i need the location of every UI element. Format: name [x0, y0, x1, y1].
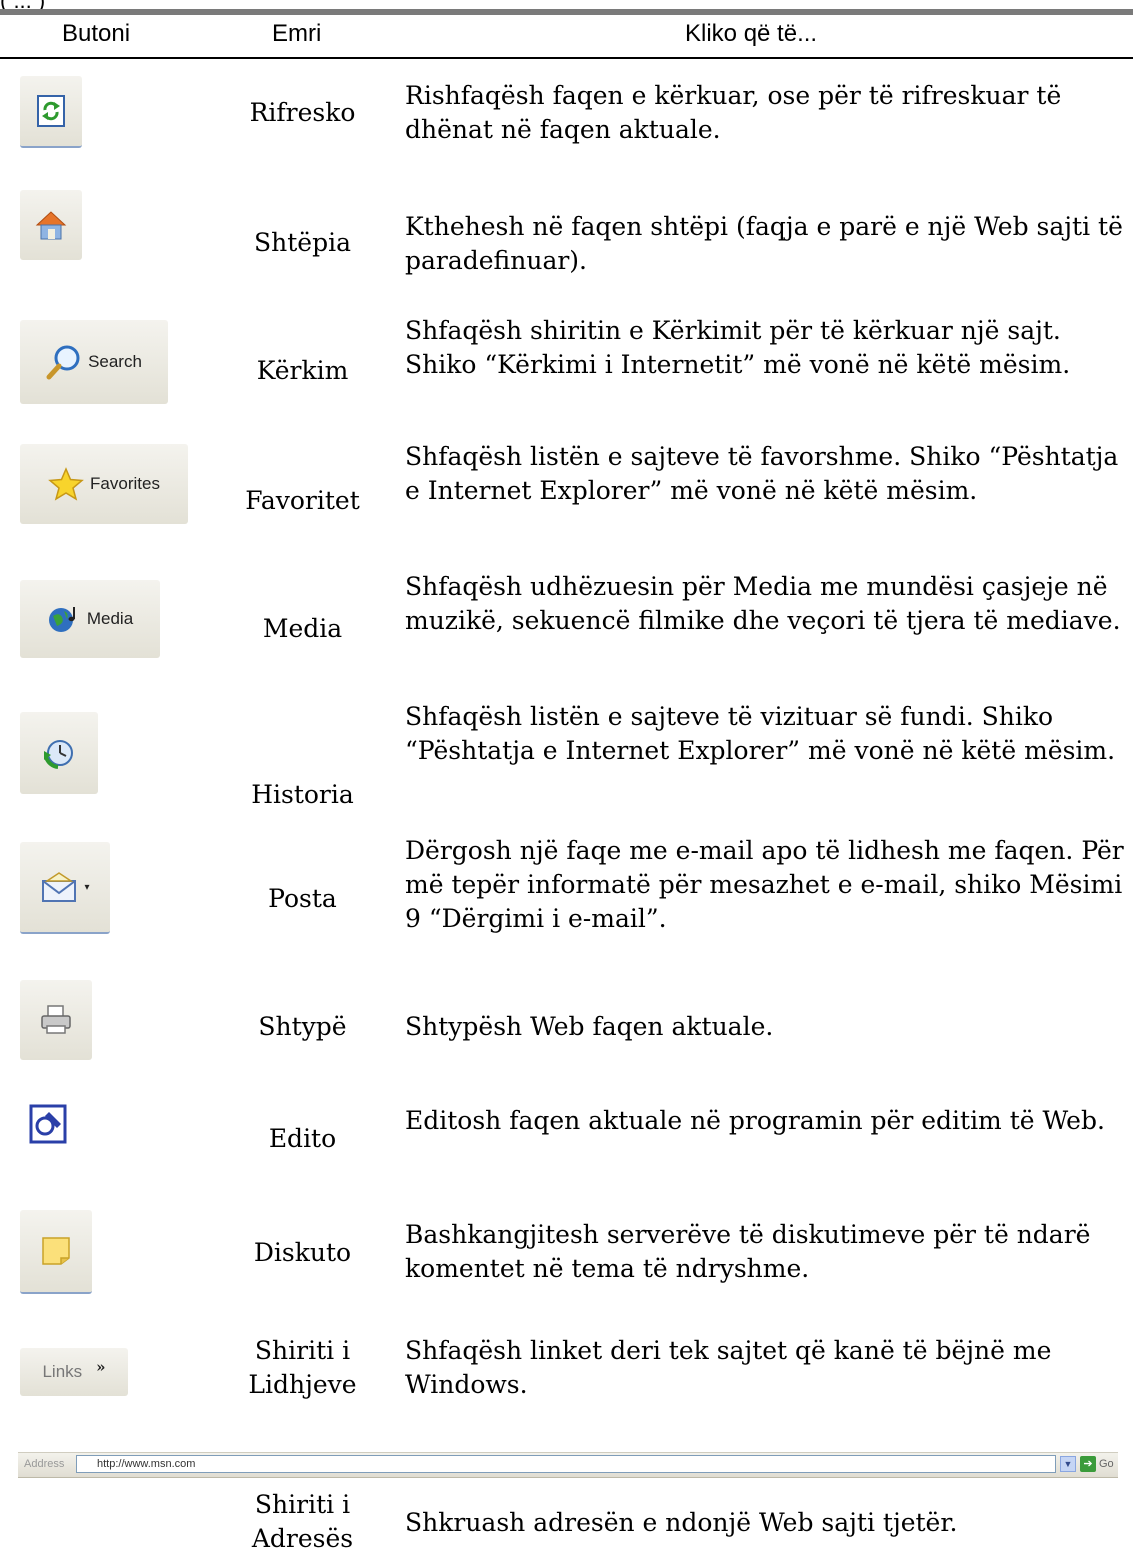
- print-button[interactable]: [20, 980, 92, 1060]
- row-name: Edito: [268, 1124, 337, 1153]
- row-name: Shiriti i Lidhjeve: [248, 1336, 357, 1399]
- refresh-button[interactable]: [20, 76, 82, 148]
- row-name: Posta: [268, 884, 337, 913]
- globe-music-icon: [48, 607, 75, 632]
- table-row: Shtypë Shtypësh Web faqen aktuale.: [0, 980, 1133, 1070]
- row-name: Favoritet: [245, 486, 360, 515]
- table-row: Shtëpia Kthehesh në faqen shtëpi (faqja …: [0, 190, 1133, 275]
- star-icon: [48, 467, 84, 501]
- row-description: Dërgosh një faqe me e-mail apo të lidhes…: [405, 836, 1124, 933]
- go-arrow-icon: ➔: [1080, 1456, 1096, 1472]
- table-row: Search Kërkim Shfaqësh shiritin e Kërkim…: [0, 306, 1133, 416]
- favorites-button[interactable]: Favorites: [20, 440, 188, 524]
- row-name: Shtypë: [258, 1012, 347, 1041]
- edit-pen-icon: [29, 1104, 67, 1144]
- note-icon: [42, 1237, 70, 1265]
- table-row: Rifresko Rishfaqësh faqen e kërkuar, ose…: [0, 76, 1133, 156]
- printer-icon: [41, 1005, 71, 1034]
- mail-button[interactable]: ▾: [20, 834, 110, 934]
- table-row: ▾ Posta Dërgosh një faqe me e-mail apo t…: [0, 834, 1133, 944]
- row-description: Rishfaqësh faqen e kërkuar, ose për të r…: [405, 81, 1062, 144]
- dropdown-arrow-icon: ▾: [84, 881, 90, 893]
- media-button[interactable]: Media: [20, 570, 160, 658]
- row-name: Media: [262, 614, 343, 643]
- address-input[interactable]: http://www.msn.com: [76, 1455, 1056, 1473]
- row-description: Shfaqësh linket deri tek sajtet që kanë …: [405, 1336, 1052, 1399]
- table-row: Favorites Favoritet Shfaqësh listën e sa…: [0, 440, 1133, 550]
- search-icon: [46, 345, 80, 380]
- table-row: Links » Shiriti i Lidhjeve Shfaqësh link…: [0, 1334, 1133, 1414]
- row-description: Shfaqësh listën e sajteve të favorshme. …: [405, 442, 1119, 505]
- table-row: Edito Editosh faqen aktuale në programin…: [0, 1096, 1133, 1186]
- row-description: Shtypësh Web faqen aktuale.: [405, 1012, 774, 1041]
- row-description: Shfaqësh shiritin e Kërkimit për të kërk…: [405, 316, 1071, 379]
- go-label: Go: [1099, 1458, 1114, 1470]
- edit-button[interactable]: [20, 1096, 72, 1152]
- row-name: Diskuto: [253, 1238, 352, 1267]
- table-row: Historia Shfaqësh listën e sajteve të vi…: [0, 700, 1133, 810]
- table-row: Shiriti i Adresës Shkruash adresën e ndo…: [0, 1488, 1133, 1560]
- refresh-icon: [37, 95, 65, 127]
- chevron-double-right-icon: »: [96, 1358, 106, 1376]
- row-description: Shfaqësh udhëzuesin për Media me mundësi…: [405, 572, 1121, 635]
- row-description: Shkruash adresën e ndonjë Web sajti tjet…: [405, 1508, 958, 1537]
- links-button-label: Links: [42, 1362, 83, 1381]
- go-button[interactable]: ➔ Go: [1080, 1456, 1114, 1472]
- table-row: Diskuto Bashkangjitesh serverëve të disk…: [0, 1210, 1133, 1306]
- row-name: Historia: [251, 780, 354, 809]
- search-button-label: Search: [88, 352, 142, 371]
- row-name: Rifresko: [249, 98, 356, 127]
- row-name: Shiriti i Adresës: [251, 1490, 354, 1553]
- favorites-button-label: Favorites: [90, 474, 160, 493]
- search-button[interactable]: Search: [20, 306, 168, 404]
- home-button[interactable]: [20, 190, 82, 260]
- header-underline: [0, 57, 1133, 59]
- header-col-button: Butoni: [62, 20, 131, 47]
- history-button[interactable]: [20, 700, 98, 794]
- row-description: Kthehesh në faqen shtëpi (faqja e parë e…: [405, 212, 1123, 275]
- discuss-button[interactable]: [20, 1210, 92, 1294]
- address-bar: Address http://www.msn.com ▼ ➔ Go: [18, 1452, 1118, 1478]
- row-name: Shtëpia: [254, 228, 351, 257]
- header-col-name: Emri: [272, 20, 322, 47]
- caption-fragment: ( ... ): [0, 0, 46, 13]
- media-button-label: Media: [86, 609, 134, 628]
- row-description: Editosh faqen aktuale në programin për e…: [405, 1106, 1105, 1135]
- chevron-down-icon[interactable]: ▼: [1060, 1456, 1076, 1472]
- address-label: Address: [24, 1458, 65, 1470]
- header-rule: [0, 9, 1133, 15]
- home-icon: [35, 211, 67, 240]
- history-clock-icon: [44, 740, 73, 769]
- mail-envelope-icon: [42, 872, 77, 902]
- row-name: Kërkim: [256, 356, 349, 385]
- links-button[interactable]: Links »: [20, 1334, 128, 1396]
- row-description: Shfaqësh listën e sajteve të vizituar së…: [405, 702, 1116, 765]
- table-row: Media Media Shfaqësh udhëzuesin për Medi…: [0, 570, 1133, 680]
- row-description: Bashkangjitesh serverëve të diskutimeve …: [405, 1220, 1091, 1283]
- header-col-click: Kliko që të...: [685, 20, 818, 47]
